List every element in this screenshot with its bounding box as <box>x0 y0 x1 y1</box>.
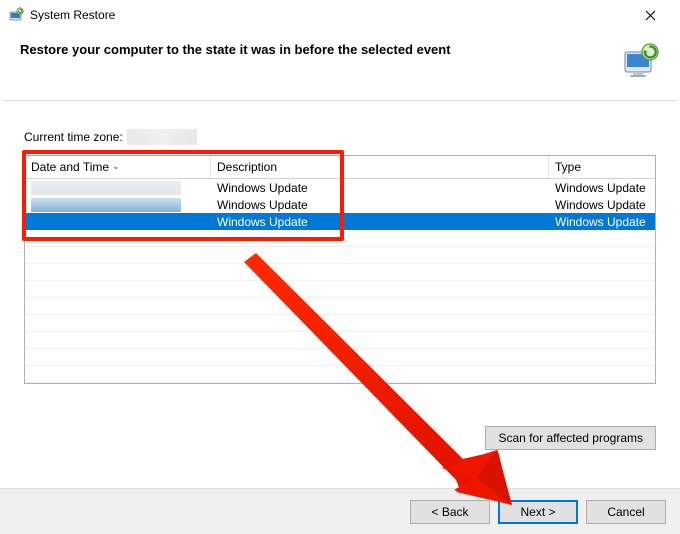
date-time-redacted <box>31 198 181 212</box>
table-row[interactable]: Windows Update Windows Update <box>25 179 655 196</box>
table-header: Date and Time ⌄ Description Type <box>25 156 655 179</box>
table-row-empty <box>25 281 655 298</box>
table-row-empty <box>25 298 655 315</box>
timezone-value-redacted <box>127 129 197 145</box>
table-row[interactable]: Windows Update Windows Update <box>25 196 655 213</box>
restore-points-table-wrap: Date and Time ⌄ Description Type Windows… <box>24 155 656 384</box>
titlebar: System Restore <box>0 0 680 30</box>
scan-row: Scan for affected programs <box>24 426 656 450</box>
column-description[interactable]: Description <box>211 156 549 178</box>
table-row-selected[interactable]: Windows Update Windows Update <box>25 213 655 230</box>
column-type[interactable]: Type <box>549 156 655 178</box>
dialog-header: Restore your computer to the state it wa… <box>0 30 680 100</box>
column-type-label: Type <box>555 160 581 174</box>
wizard-footer: < Back Next > Cancel <box>0 488 680 534</box>
timezone-row: Current time zone: <box>24 129 656 145</box>
back-button[interactable]: < Back <box>410 500 490 524</box>
dialog-heading: Restore your computer to the state it wa… <box>20 42 620 57</box>
cell-type: Windows Update <box>549 196 655 213</box>
cell-type: Windows Update <box>549 179 655 196</box>
date-time-redacted <box>31 181 181 195</box>
restore-large-icon <box>620 42 660 80</box>
table-row-empty <box>25 264 655 281</box>
content-area: Current time zone: Date and Time ⌄ Descr… <box>0 101 680 462</box>
cell-description: Windows Update <box>211 179 549 196</box>
column-description-label: Description <box>217 160 277 174</box>
close-icon <box>645 10 656 21</box>
table-row-empty <box>25 230 655 247</box>
table-row-empty <box>25 349 655 366</box>
window-title: System Restore <box>30 8 628 22</box>
cell-description: Windows Update <box>211 213 549 230</box>
restore-icon <box>8 7 24 23</box>
restore-points-table[interactable]: Date and Time ⌄ Description Type Windows… <box>24 155 656 384</box>
column-date-time-label: Date and Time <box>31 160 109 174</box>
close-button[interactable] <box>628 1 672 29</box>
table-row-empty <box>25 366 655 383</box>
next-button[interactable]: Next > <box>498 500 578 524</box>
table-row-empty <box>25 332 655 349</box>
timezone-label: Current time zone: <box>24 130 123 144</box>
table-row-empty <box>25 247 655 264</box>
column-date-time[interactable]: Date and Time ⌄ <box>25 156 211 178</box>
table-body: Windows Update Windows Update Windows Up… <box>25 179 655 383</box>
scan-affected-programs-button[interactable]: Scan for affected programs <box>485 426 656 450</box>
date-time-redacted <box>25 213 211 230</box>
cell-type: Windows Update <box>549 213 655 230</box>
table-row-empty <box>25 315 655 332</box>
cell-description: Windows Update <box>211 196 549 213</box>
sort-descending-icon: ⌄ <box>112 161 120 172</box>
cancel-button[interactable]: Cancel <box>586 500 666 524</box>
